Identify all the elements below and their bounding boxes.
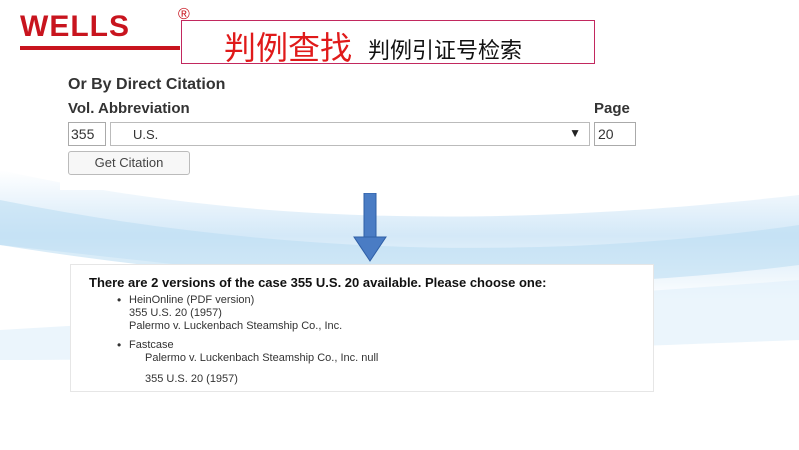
wells-logo: WELLS ®	[20, 6, 190, 50]
citation-form-panel: Or By Direct Citation Vol. Abbreviation …	[60, 70, 652, 190]
abbreviation-select[interactable]: U.S. ▼	[110, 122, 590, 146]
logo-underline	[20, 46, 180, 50]
volume-input[interactable]: 355	[68, 122, 106, 146]
result-citation: 355 U.S. 20 (1957)	[129, 307, 222, 319]
title-box: 判例查找 判例引证号检索	[181, 20, 595, 67]
heinonline-link[interactable]: HeinOnline (PDF version)	[129, 294, 254, 306]
list-bullet: •	[117, 293, 122, 307]
abbreviation-selected-value: U.S.	[133, 127, 159, 142]
vol-abbreviation-label: Vol. Abbreviation	[68, 100, 190, 117]
result-citation: 355 U.S. 20 (1957)	[145, 373, 238, 385]
result-case-name: Palermo v. Luckenbach Steamship Co., Inc…	[129, 320, 343, 332]
list-bullet: •	[117, 338, 122, 352]
title-small: 判例引证号检索	[368, 39, 523, 64]
dropdown-caret-icon: ▼	[569, 126, 581, 140]
page-label: Page	[594, 100, 630, 117]
results-heading: There are 2 versions of the case 355 U.S…	[89, 275, 547, 290]
page-input[interactable]: 20	[594, 122, 636, 146]
down-arrow-icon	[353, 193, 387, 262]
logo-text: WELLS	[20, 10, 130, 43]
result-case-name: Palermo v. Luckenbach Steamship Co., Inc…	[145, 352, 379, 364]
title-large: 判例查找	[224, 29, 353, 67]
results-panel: There are 2 versions of the case 355 U.S…	[70, 264, 654, 392]
fastcase-link[interactable]: Fastcase	[129, 339, 174, 351]
citation-heading: Or By Direct Citation	[68, 76, 226, 93]
get-citation-button[interactable]: Get Citation	[68, 151, 190, 175]
